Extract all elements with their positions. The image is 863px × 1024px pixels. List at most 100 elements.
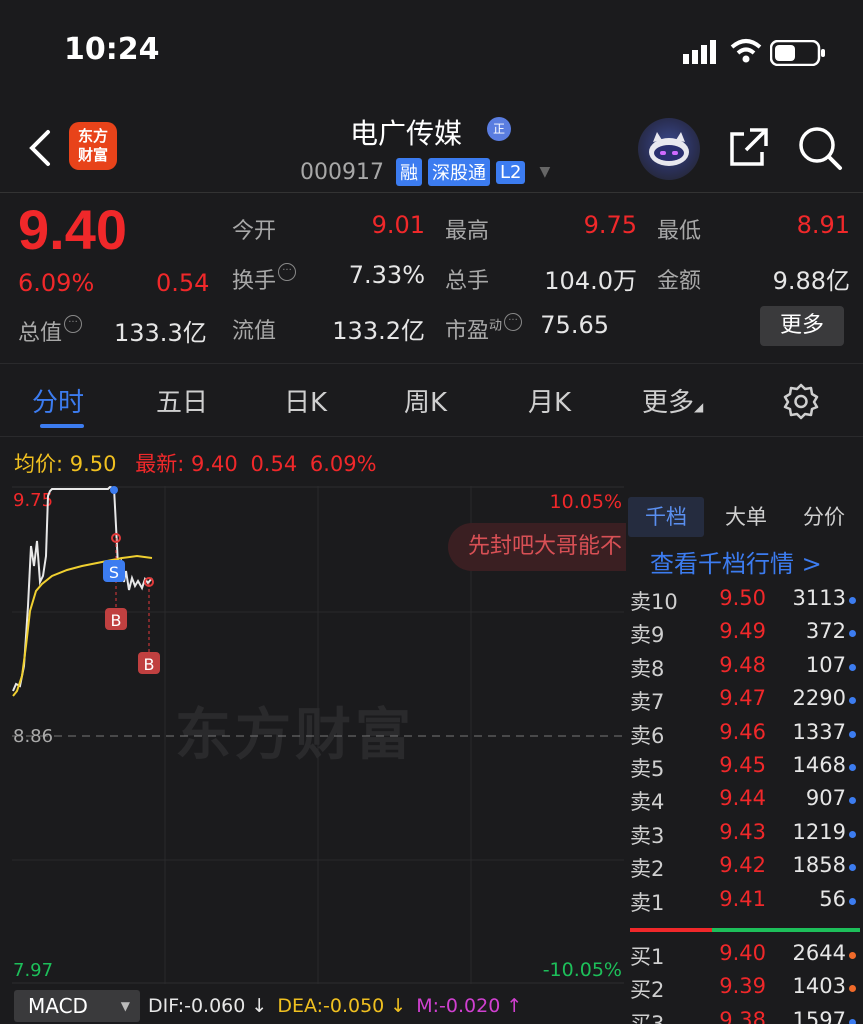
sell-row[interactable]: 卖8 9.48 107	[630, 653, 860, 683]
open-value: 9.01	[371, 211, 425, 239]
latest-label: 最新:	[135, 452, 185, 476]
buy-volume: 2644	[792, 941, 846, 965]
sell-volume: 1219	[792, 819, 846, 844]
latest-pct: 6.09%	[309, 452, 377, 476]
status-time: 10:24	[64, 32, 160, 67]
share-icon[interactable]	[726, 124, 772, 170]
view-depth-link[interactable]: 查看千档行情 >	[650, 544, 822, 579]
dot-icon	[849, 730, 856, 738]
buy-price: 9.40	[719, 941, 766, 965]
sell-row[interactable]: 卖9 9.49 372	[630, 619, 860, 649]
dot-icon	[849, 1018, 856, 1024]
sell-price: 9.50	[719, 586, 766, 610]
sell-level-label: 卖9	[630, 623, 665, 648]
buy-row[interactable]: 买1 9.40 2644	[630, 941, 860, 971]
sell-price: 9.41	[719, 886, 766, 911]
dot-icon	[849, 663, 856, 671]
tab-daily-k[interactable]: 日K	[284, 382, 327, 419]
signal-icon	[683, 40, 716, 64]
dot-icon	[849, 597, 856, 604]
official-badge: 正	[487, 117, 511, 141]
app-logo[interactable]: 东方 财富	[69, 122, 117, 170]
tab-depth[interactable]: 千档	[628, 497, 704, 537]
buy-level-label: 买1	[630, 945, 665, 969]
sell-volume: 3113	[792, 586, 846, 610]
assistant-robot-icon[interactable]	[638, 118, 700, 180]
search-icon[interactable]	[796, 124, 844, 172]
dot-icon	[849, 630, 856, 638]
sell-volume: 907	[805, 786, 846, 811]
high-label: 最高	[445, 219, 490, 244]
avg-value: 9.50	[69, 452, 117, 476]
wifi-icon	[730, 39, 762, 63]
buy-marker-label: B	[111, 611, 122, 630]
total-value-label: 总值 ···	[18, 315, 83, 347]
buy-row[interactable]: 买2 9.39 1403	[630, 974, 860, 1004]
sell-row[interactable]: 卖6 9.46 1337	[630, 720, 860, 750]
sell-row[interactable]: 卖10 9.50 3113	[630, 586, 860, 616]
total-value: 133.3亿	[114, 319, 207, 347]
buy-row[interactable]: 买3 9.38 1597	[630, 1008, 860, 1024]
info-icon: ···	[278, 263, 297, 281]
dot-icon	[849, 764, 856, 771]
sell-level-label: 卖6	[630, 723, 665, 748]
avg-label: 均价:	[14, 452, 64, 476]
open-label: 今开	[232, 219, 277, 244]
sell-row[interactable]: 卖7 9.47 2290	[630, 686, 860, 716]
float-value: 133.2亿	[332, 317, 425, 345]
sell-volume: 1858	[792, 853, 846, 878]
sell-row[interactable]: 卖1 9.41 56	[630, 887, 860, 917]
tab-more[interactable]: 更多◢	[642, 382, 703, 419]
more-button[interactable]: 更多	[760, 306, 844, 346]
sell-row[interactable]: 卖2 9.42 1858	[630, 853, 860, 883]
status-bar: 10:24	[0, 0, 863, 100]
buy-marker-label: B	[144, 655, 155, 674]
sell-price: 9.46	[719, 719, 766, 744]
sell-volume: 1337	[792, 719, 846, 744]
dot-icon	[849, 697, 856, 705]
sell-row[interactable]: 卖5 9.45 1468	[630, 753, 860, 783]
last-price: 9.40	[18, 198, 127, 261]
promo-bubble[interactable]: 先封吧大哥能不	[448, 523, 626, 571]
tag-shenzhen-connect: 深股通	[427, 158, 490, 186]
logo-line-2: 财富	[77, 146, 108, 164]
sell-volume: 56	[819, 886, 846, 911]
macd-dea: DEA:-0.050 ↓	[277, 995, 407, 1017]
y-tick-low: 7.97	[13, 960, 53, 981]
sell-row[interactable]: 卖4 9.44 907	[630, 786, 860, 816]
y-tick-pct-high: 10.05%	[550, 491, 622, 513]
indicator-select[interactable]: MACD ▼	[14, 990, 140, 1022]
order-book: 千档 大单 分价 查看千档行情 > 卖10 9.50 3113 卖9 9.49 372 卖8…	[626, 486, 863, 1024]
change-amount: 0.54	[156, 269, 210, 297]
turnover-label: 换手 ···	[232, 263, 297, 295]
gear-icon[interactable]	[782, 382, 820, 420]
stock-header: 东方 财富 电广传媒 正 000917 融 深股通 L2 ▼	[0, 100, 863, 192]
buy-level-label: 买3	[630, 1011, 665, 1024]
volume-label: 总手	[445, 269, 490, 294]
tab-five-day[interactable]: 五日	[156, 382, 208, 419]
sell-price: 9.47	[719, 686, 766, 711]
book-tabs: 千档 大单 分价	[628, 491, 863, 541]
tab-weekly-k[interactable]: 周K	[404, 382, 447, 419]
sell-level-label: 卖2	[630, 857, 665, 882]
back-icon[interactable]	[26, 128, 54, 168]
sell-level-label: 卖8	[630, 656, 665, 681]
buy-price: 9.38	[719, 1007, 766, 1024]
tab-monthly-k[interactable]: 月K	[528, 382, 571, 419]
stock-code-row[interactable]: 000917 融 深股通 L2 ▼	[300, 158, 550, 186]
indicator-bar: MACD ▼ DIF:-0.060 ↓ DEA:-0.050 ↓ M:-0.020…	[14, 989, 624, 1023]
tab-intraday[interactable]: 分时	[32, 382, 84, 419]
sell-price: 9.44	[719, 786, 766, 811]
volume-value: 104.0万	[544, 267, 637, 295]
info-icon: ···	[64, 315, 83, 333]
chevron-down-icon: ▼	[539, 164, 551, 180]
latest-change: 0.54	[250, 452, 298, 476]
logo-line-1: 东方	[77, 127, 108, 145]
sell-row[interactable]: 卖3 9.43 1219	[630, 820, 860, 850]
price-line	[12, 486, 153, 692]
amount-value: 9.88亿	[772, 267, 850, 295]
active-tab-indicator	[40, 424, 84, 428]
tab-big-orders[interactable]: 大单	[708, 497, 784, 537]
sell-marker-label: S	[109, 563, 119, 582]
tab-price-distribution[interactable]: 分价	[786, 497, 862, 537]
